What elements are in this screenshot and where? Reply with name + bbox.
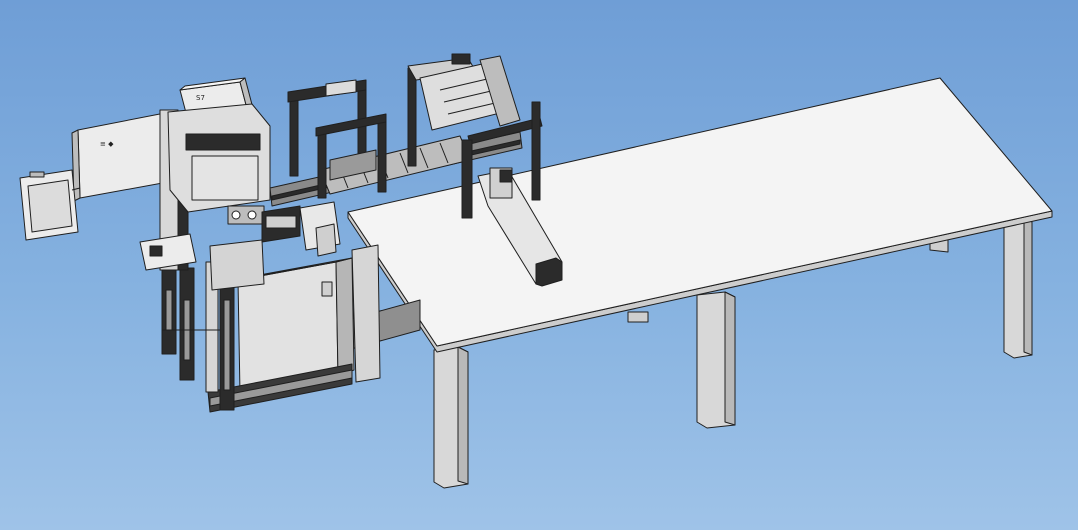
right-upright-post — [351, 244, 381, 383]
control-pendant-group: ≡ ◆ — [19, 112, 169, 241]
vertical-rail-left — [461, 139, 473, 219]
indicator-light — [231, 210, 241, 220]
cad-viewport[interactable]: ≡ ◆ S7 — [0, 0, 1078, 530]
pendant-handle — [29, 171, 45, 178]
machine-base-frame — [161, 244, 421, 413]
box-marking: S7 — [196, 94, 205, 102]
carrier-block — [209, 239, 265, 291]
machine-assembly-render: ≡ ◆ S7 — [19, 53, 1053, 489]
door-marking: ≡ ◆ — [100, 140, 114, 148]
vertical-rail-right — [531, 101, 541, 201]
table-leg-rear-mid — [627, 311, 649, 323]
lower-cabinet-side — [335, 257, 355, 377]
swing-door-panel — [77, 112, 169, 199]
